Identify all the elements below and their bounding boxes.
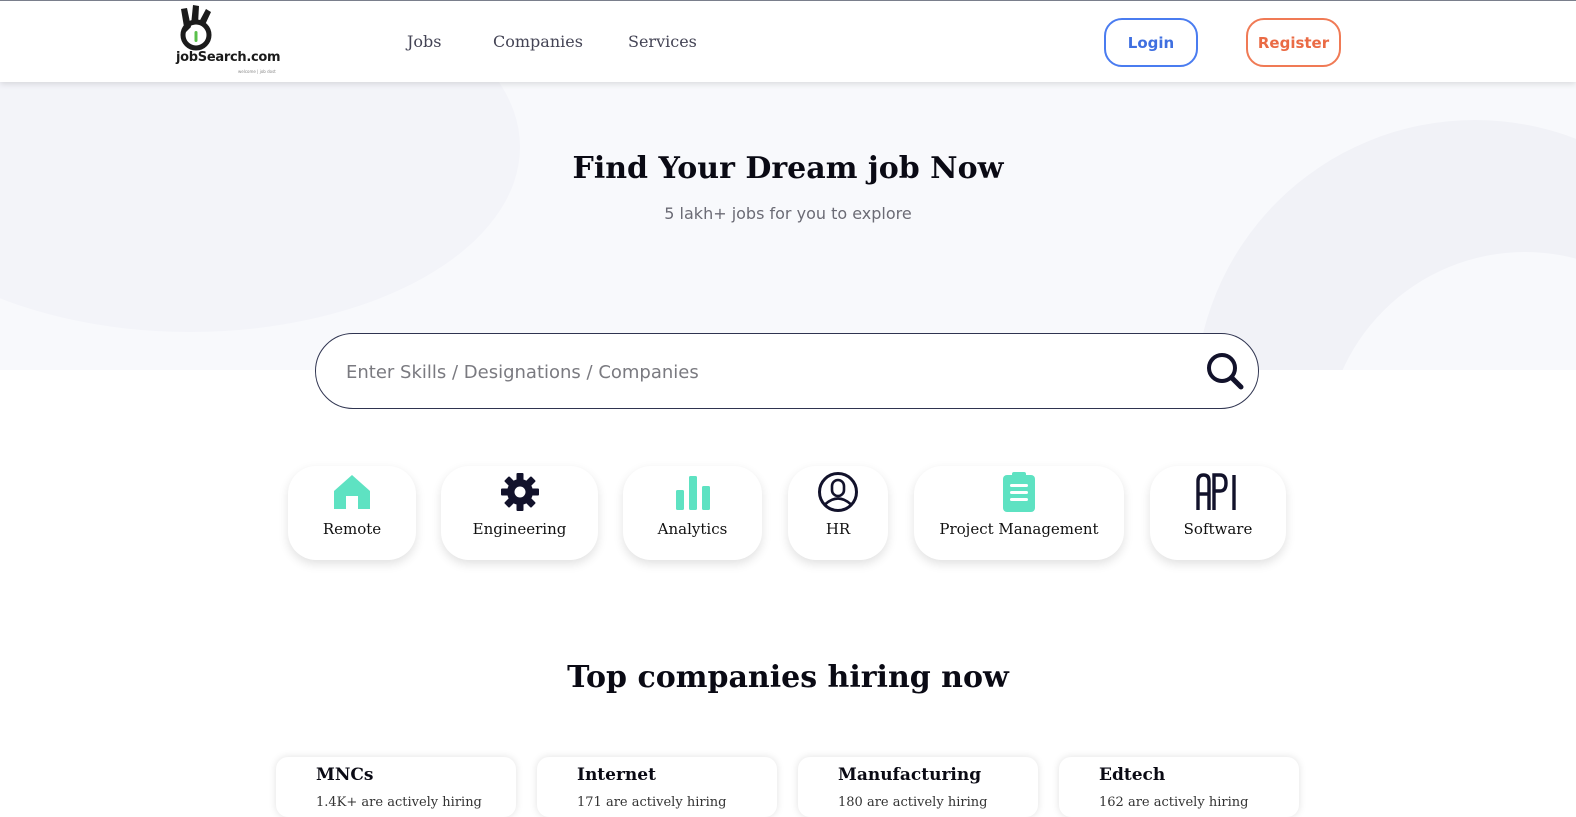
category-hr[interactable]: HR (788, 466, 888, 560)
company-card-edtech[interactable]: Edtech 162 are actively hiring (1059, 757, 1299, 817)
bar-chart-icon (675, 476, 710, 510)
category-analytics[interactable]: Analytics (623, 466, 762, 560)
logo-text: jobSearch.com (176, 50, 281, 65)
nav-companies[interactable]: Companies (493, 32, 583, 51)
hero-background (0, 82, 1576, 370)
company-card-manufacturing[interactable]: Manufacturing 180 are actively hiring (798, 757, 1038, 817)
hero-subtitle: 5 lakh+ jobs for you to explore (664, 204, 912, 223)
category-project-management[interactable]: Project Management (914, 466, 1124, 560)
search-input[interactable] (346, 354, 1176, 390)
logo-hand-icon (180, 5, 212, 51)
user-circle-icon (818, 472, 858, 512)
company-card-subtitle: 171 are actively hiring (577, 795, 727, 810)
company-card-title: Manufacturing (838, 765, 982, 785)
login-button[interactable]: Login (1104, 18, 1198, 67)
nav-jobs[interactable]: Jobs (407, 32, 442, 51)
company-card-title: Edtech (1099, 765, 1166, 785)
site-logo[interactable]: jobSearch.com welcome | job dost (172, 3, 282, 75)
clipboard-icon (1003, 472, 1035, 512)
category-label: Analytics (657, 520, 728, 538)
hero-title: Find Your Dream job Now (572, 151, 1004, 186)
category-label: Software (1183, 520, 1253, 538)
top-navbar: jobSearch.com welcome | job dost Jobs Co… (0, 0, 1576, 82)
company-card-internet[interactable]: Internet 171 are actively hiring (537, 757, 777, 817)
api-icon (1196, 473, 1236, 510)
search-icon[interactable] (1204, 350, 1246, 392)
company-card-title: MNCs (316, 765, 374, 785)
search-bar (315, 333, 1259, 409)
nav-services[interactable]: Services (628, 32, 697, 51)
company-card-subtitle: 180 are actively hiring (838, 795, 988, 810)
company-card-subtitle: 1.4K+ are actively hiring (316, 795, 482, 810)
register-button[interactable]: Register (1246, 18, 1341, 67)
company-card-subtitle: 162 are actively hiring (1099, 795, 1249, 810)
category-engineering[interactable]: Engineering (441, 466, 598, 560)
company-card-mncs[interactable]: MNCs 1.4K+ are actively hiring (276, 757, 516, 817)
category-label: HR (825, 520, 851, 538)
gear-icon (500, 473, 539, 511)
category-software[interactable]: Software (1150, 466, 1286, 560)
category-label: Engineering (472, 520, 567, 538)
companies-section-title: Top companies hiring now (567, 660, 1009, 695)
company-card-title: Internet (577, 765, 656, 785)
home-icon (334, 475, 370, 509)
category-label: Remote (322, 520, 382, 538)
category-label: Project Management (939, 520, 1099, 538)
category-remote[interactable]: Remote (288, 466, 416, 560)
logo-tagline: welcome | job dost (238, 69, 276, 74)
